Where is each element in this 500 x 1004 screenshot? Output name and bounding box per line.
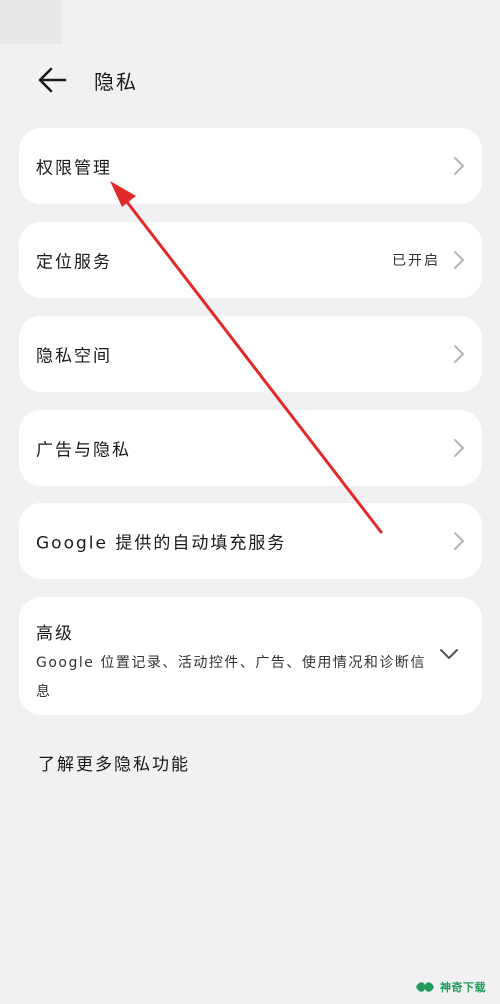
- advanced-section[interactable]: 高级 Google 位置记录、活动控件、广告、使用情况和诊断信息: [19, 597, 482, 715]
- watermark: 神奇下载: [414, 970, 500, 1004]
- chevron-right-icon: [454, 532, 464, 550]
- menu-item-google-autofill[interactable]: Google 提供的自动填充服务: [19, 503, 482, 579]
- menu-item-label: 权限管理: [36, 158, 112, 179]
- learn-more-link[interactable]: 了解更多隐私功能: [38, 750, 190, 775]
- page-header: 隐私: [0, 56, 500, 104]
- menu-item-private-space[interactable]: 隐私空间: [19, 316, 482, 392]
- chevron-right-icon: [454, 439, 464, 457]
- menu-item-label: Google 提供的自动填充服务: [36, 533, 287, 554]
- chevron-right-icon: [454, 251, 464, 269]
- chevron-right-icon: [454, 157, 464, 175]
- advanced-description: Google 位置记录、活动控件、广告、使用情况和诊断信息: [36, 655, 426, 700]
- status-bar-area: [0, 0, 500, 44]
- back-arrow-icon: [38, 67, 67, 93]
- menu-item-label: 广告与隐私: [36, 440, 131, 461]
- menu-item-location-service[interactable]: 定位服务 已开启: [19, 222, 482, 298]
- chevron-down-icon[interactable]: [438, 647, 460, 661]
- back-button[interactable]: [30, 60, 74, 100]
- menu-item-ads-privacy[interactable]: 广告与隐私: [19, 410, 482, 486]
- page-title: 隐私: [94, 70, 138, 94]
- watermark-text: 神奇下载: [440, 981, 486, 994]
- menu-item-label: 定位服务: [36, 252, 112, 273]
- advanced-title: 高级: [36, 624, 74, 644]
- chevron-right-icon: [454, 345, 464, 363]
- status-bar-shade: [0, 0, 62, 44]
- menu-item-permission-management[interactable]: 权限管理: [19, 128, 482, 204]
- menu-item-label: 隐私空间: [36, 346, 112, 367]
- watermark-logo-icon: [416, 982, 434, 992]
- status-text: 已开启: [392, 253, 440, 269]
